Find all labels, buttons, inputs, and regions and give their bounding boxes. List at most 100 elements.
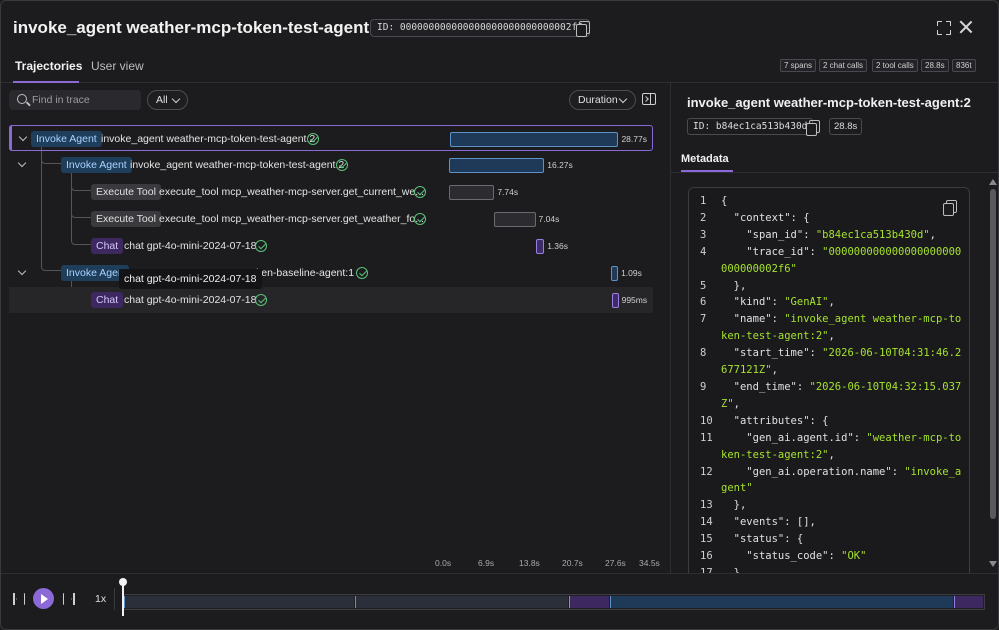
span-type-badge: Chat — [91, 238, 124, 254]
line-number: 15 — [700, 533, 713, 546]
code-text: "name": "invoke_agent weather-mcp-token-… — [721, 311, 969, 345]
code-text: "attributes": { — [721, 413, 969, 430]
span-row[interactable]: Chat chat gpt-4o-mini-2024-07-18 1.36s — [9, 233, 653, 259]
span-row[interactable]: Invoke Agent invoke_agent weather-mcp-to… — [9, 152, 653, 178]
search-box — [9, 90, 141, 110]
code-text: "context": { — [721, 210, 969, 227]
span-row[interactable]: Execute Tool execute_tool mcp_weather-mc… — [9, 179, 653, 205]
span-type-badge: Execute Tool — [91, 184, 161, 200]
span-label: chat gpt-4o-mini-2024-07-18 — [124, 294, 257, 306]
duration-bar — [536, 239, 545, 254]
code-line: 3 "span_id": "b84ec1ca513b430d", — [689, 227, 969, 244]
tab-trajectories[interactable]: Trajectories — [15, 59, 82, 73]
check-circle-icon — [336, 159, 348, 171]
collapse-panel-icon[interactable] — [642, 93, 656, 105]
filter-select[interactable]: All — [147, 90, 188, 110]
span-detail-panel: invoke_agent weather-mcp-token-test-agen… — [670, 83, 998, 587]
code-text: "start_time": "2026-06-10T04:31:46.26771… — [721, 345, 969, 379]
axis-tick-label: 27.6s — [605, 558, 626, 568]
playback-speed[interactable]: 1x — [95, 593, 106, 605]
code-text: "trace_id": "000000000000000000000000000… — [721, 244, 969, 278]
code-text: "status": { — [721, 531, 969, 548]
json-token: "attributes": { — [721, 414, 829, 427]
copy-icon[interactable] — [576, 21, 590, 37]
line-number: 6 — [700, 296, 707, 309]
duration-bar — [450, 132, 619, 147]
json-token: "span_id": — [721, 228, 816, 241]
skip-back-icon[interactable] — [13, 593, 25, 605]
span-label: execute_tool mcp_weather-mcp-server.get_… — [159, 213, 424, 225]
span-type-badge: Invoke Agent — [31, 131, 102, 147]
json-string: "OK" — [841, 550, 867, 563]
code-line: 16 "status_code": "OK" — [689, 548, 969, 565]
chevron-down-icon[interactable] — [17, 266, 27, 276]
trace-tree-panel: All Duration Invoke Agent invoke_agent w… — [1, 83, 669, 573]
search-input[interactable] — [32, 92, 137, 108]
span-row[interactable]: Invoke Agent invoke_agent weather-mcp-to… — [9, 125, 653, 151]
span-row[interactable]: Execute Tool execute_tool mcp_weather-mc… — [9, 206, 653, 232]
json-token: "events": [], — [721, 516, 816, 529]
json-token: , — [733, 397, 740, 410]
span-type-badge: Chat — [91, 292, 124, 308]
chevron-down-icon[interactable] — [17, 158, 27, 168]
code-line: 8 "start_time": "2026-06-10T04:31:46.267… — [689, 345, 969, 379]
json-code: 1{2 "context": {3 "span_id": "b84ec1ca51… — [689, 193, 969, 582]
chevron-down-icon — [618, 94, 628, 104]
line-number: 5 — [700, 279, 707, 292]
span-row[interactable]: Invoke Agen ken-baseline-agent:1 1.09s — [9, 260, 653, 286]
playhead-handle[interactable] — [119, 578, 127, 616]
sort-select[interactable]: Duration — [569, 90, 636, 110]
duration-label: 7.04s — [538, 214, 560, 224]
json-token: "status_code": — [721, 550, 842, 563]
code-line: 13 }, — [689, 497, 969, 514]
tab-user-view[interactable]: User view — [91, 59, 144, 73]
span-type-badge: Execute Tool — [91, 211, 161, 227]
header: invoke_agent weather-mcp-token-test-agen… — [1, 1, 998, 53]
divider — [671, 172, 998, 173]
code-line: 1{ — [689, 193, 969, 210]
stat-duration: 28.8s — [921, 59, 949, 72]
timeline-segment — [954, 596, 983, 608]
json-string: "GenAI" — [784, 296, 829, 309]
trace-viewer-window: invoke_agent weather-mcp-token-test-agen… — [0, 0, 999, 630]
code-line: 5 }, — [689, 278, 969, 295]
json-token: , — [828, 448, 835, 461]
scroll-up-arrow[interactable] — [989, 179, 997, 185]
copy-icon[interactable] — [943, 200, 957, 216]
line-number: 16 — [700, 550, 713, 563]
stat-spans: 7 spans — [780, 59, 817, 72]
timeline-segment — [569, 596, 610, 608]
skip-forward-icon[interactable] — [63, 593, 75, 605]
axis-tick-label: 20.7s — [562, 558, 583, 568]
scrollbar[interactable] — [989, 179, 997, 569]
timeline-scrubber[interactable] — [123, 594, 985, 610]
span-tooltip: chat gpt-4o-mini-2024-07-18 — [119, 269, 262, 289]
span-label: execute_tool mcp_weather-mcp-server.get_… — [159, 186, 424, 198]
check-circle-icon — [255, 294, 267, 306]
code-text: "span_id": "b84ec1ca513b430d", — [721, 227, 969, 244]
json-token: , — [828, 330, 835, 343]
code-line: 14 "events": [], — [689, 514, 969, 531]
span-label: invoke_agent weather-mcp-token-test-agen… — [101, 133, 316, 145]
play-button[interactable] — [33, 588, 54, 609]
code-line: 12 "gen_ai.operation.name": "invoke_agen… — [689, 464, 969, 498]
copy-icon[interactable] — [806, 120, 820, 136]
line-number: 9 — [700, 380, 707, 393]
scroll-down-arrow[interactable] — [989, 561, 997, 567]
close-icon[interactable] — [958, 19, 974, 35]
expand-icon[interactable] — [937, 21, 951, 35]
span-label: invoke_agent weather-mcp-token-test-agen… — [130, 159, 345, 171]
timeline-segment — [355, 596, 569, 608]
code-line: 15 "status": { — [689, 531, 969, 548]
json-token: "start_time": — [721, 347, 823, 360]
scrollbar-thumb[interactable] — [990, 189, 996, 519]
duration-bar — [611, 266, 619, 281]
tab-metadata[interactable]: Metadata — [681, 153, 729, 165]
json-token: "status": { — [721, 533, 804, 546]
line-number: 1 — [700, 195, 707, 207]
detail-title: invoke_agent weather-mcp-token-test-agen… — [687, 95, 971, 110]
metadata-json-viewer[interactable]: 1{2 "context": {3 "span_id": "b84ec1ca51… — [688, 187, 970, 587]
span-row[interactable]: Chat chat gpt-4o-mini-2024-07-18 995ms — [9, 287, 653, 313]
chevron-down-icon[interactable] — [18, 132, 28, 142]
line-number: 11 — [700, 431, 713, 444]
